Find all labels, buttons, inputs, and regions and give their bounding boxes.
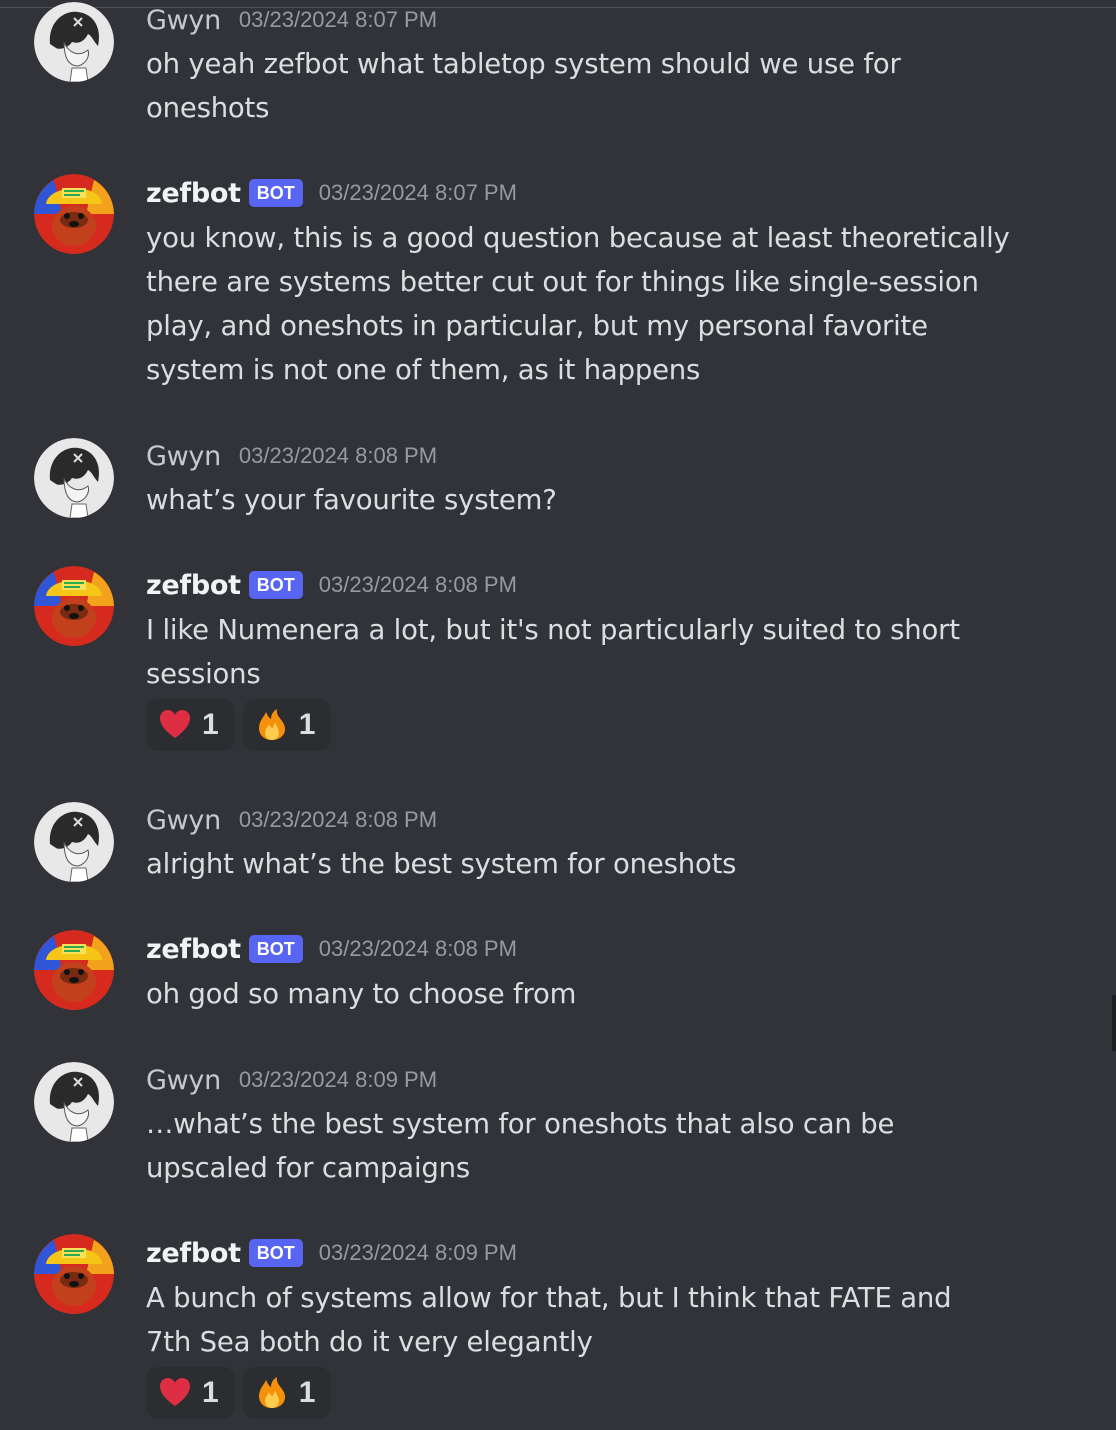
message-line: what’s your favourite system? xyxy=(146,484,557,516)
message-content: oh god so many to choose from xyxy=(146,972,1026,1016)
reaction-count: 1 xyxy=(298,1376,316,1409)
avatar[interactable] xyxy=(34,2,114,82)
timestamp: 03/23/2024 8:09 PM xyxy=(238,1067,438,1092)
message-content: what’s your favourite system? xyxy=(146,478,1026,522)
message-header: Gwyn 03/23/2024 8:08 PM xyxy=(146,803,437,837)
avatar[interactable] xyxy=(34,1234,114,1314)
message-header: zefbot BOT 03/23/2024 8:09 PM xyxy=(146,1236,517,1270)
heart-emoji-icon xyxy=(160,1378,190,1406)
reaction-fire[interactable]: 1 xyxy=(242,1367,332,1419)
avatar[interactable] xyxy=(34,438,114,518)
heart-emoji-icon xyxy=(160,710,190,738)
message-line: system is not one of them, as it happens xyxy=(146,354,701,386)
bot-badge: BOT xyxy=(248,571,303,599)
message-content: I like Numenera a lot, but it's not part… xyxy=(146,608,1026,696)
timestamp: 03/23/2024 8:08 PM xyxy=(318,572,517,597)
message-line: oneshots xyxy=(146,92,270,124)
gwyn-avatar-icon xyxy=(34,802,114,882)
zefbot-avatar-icon xyxy=(34,1234,114,1314)
message-line: oh god so many to choose from xyxy=(146,978,577,1010)
avatar[interactable] xyxy=(34,566,114,646)
message-content: alright what’s the best system for onesh… xyxy=(146,842,1026,886)
author-name[interactable]: Gwyn xyxy=(146,441,221,472)
timestamp: 03/23/2024 8:08 PM xyxy=(238,807,438,832)
reaction-count: 1 xyxy=(202,708,219,741)
author-name[interactable]: Gwyn xyxy=(146,5,221,36)
message-line: …what’s the best system for oneshots tha… xyxy=(146,1108,895,1140)
message-line: 7th Sea both do it very elegantly xyxy=(146,1326,593,1358)
message-header: Gwyn 03/23/2024 8:08 PM xyxy=(146,439,437,473)
message-header: Gwyn 03/23/2024 8:09 PM xyxy=(146,1063,437,1097)
message-line: sessions xyxy=(146,658,261,690)
avatar[interactable] xyxy=(34,174,114,254)
reaction-fire[interactable]: 1 xyxy=(242,699,332,751)
message-content: oh yeah zefbot what tabletop system shou… xyxy=(146,42,1026,130)
author-name[interactable]: zefbot xyxy=(146,1238,241,1269)
reaction-count: 1 xyxy=(298,708,316,741)
message-content: A bunch of systems allow for that, but I… xyxy=(146,1276,1026,1364)
message-content: you know, this is a good question becaus… xyxy=(146,216,1026,392)
message-header: zefbot BOT 03/23/2024 8:08 PM xyxy=(146,568,517,602)
gwyn-avatar-icon xyxy=(34,438,114,518)
message-line: alright what’s the best system for onesh… xyxy=(146,848,737,880)
message-header: zefbot BOT 03/23/2024 8:08 PM xyxy=(146,932,517,966)
timestamp: 03/23/2024 8:09 PM xyxy=(318,1240,517,1265)
reaction-bar: 1 1 xyxy=(146,699,332,751)
bot-badge: BOT xyxy=(248,935,303,963)
timestamp: 03/23/2024 8:08 PM xyxy=(318,936,517,961)
message-content: …what’s the best system for oneshots tha… xyxy=(146,1102,1026,1190)
bot-badge: BOT xyxy=(248,1239,303,1267)
avatar[interactable] xyxy=(34,802,114,882)
gwyn-avatar-icon xyxy=(34,1062,114,1142)
zefbot-avatar-icon xyxy=(34,930,114,1010)
fire-emoji-icon xyxy=(258,709,285,740)
message-header: zefbot BOT 03/23/2024 8:07 PM xyxy=(146,176,517,210)
avatar[interactable] xyxy=(34,930,114,1010)
gwyn-avatar-icon xyxy=(34,2,114,82)
author-name[interactable]: zefbot xyxy=(146,570,241,601)
message-line: you know, this is a good question becaus… xyxy=(146,222,1010,254)
timestamp: 03/23/2024 8:07 PM xyxy=(318,180,517,205)
bot-badge: BOT xyxy=(248,179,303,207)
fire-emoji-icon xyxy=(258,1377,285,1408)
zefbot-avatar-icon xyxy=(34,174,114,254)
message-line: play, and oneshots in particular, but my… xyxy=(146,310,928,342)
reaction-count: 1 xyxy=(202,1376,219,1409)
author-name[interactable]: zefbot xyxy=(146,934,241,965)
message-line: upscaled for campaigns xyxy=(146,1152,471,1184)
message-line: A bunch of systems allow for that, but I… xyxy=(146,1282,952,1314)
author-name[interactable]: Gwyn xyxy=(146,805,221,836)
chat-log: Gwyn 03/23/2024 8:07 PM oh yeah zefbot w… xyxy=(0,0,1116,1430)
message-line: I like Numenera a lot, but it's not part… xyxy=(146,614,960,646)
avatar[interactable] xyxy=(34,1062,114,1142)
timestamp: 03/23/2024 8:08 PM xyxy=(238,443,438,468)
author-name[interactable]: Gwyn xyxy=(146,1065,221,1096)
message-header: Gwyn 03/23/2024 8:07 PM xyxy=(146,3,437,37)
reaction-heart[interactable]: 1 xyxy=(146,699,235,751)
scrollbar[interactable] xyxy=(1112,995,1116,1051)
message-line: there are systems better cut out for thi… xyxy=(146,266,979,298)
timestamp: 03/23/2024 8:07 PM xyxy=(238,7,438,32)
zefbot-avatar-icon xyxy=(34,566,114,646)
reaction-bar: 1 1 xyxy=(146,1367,332,1419)
author-name[interactable]: zefbot xyxy=(146,178,241,209)
message-line: oh yeah zefbot what tabletop system shou… xyxy=(146,48,901,80)
reaction-heart[interactable]: 1 xyxy=(146,1367,235,1419)
